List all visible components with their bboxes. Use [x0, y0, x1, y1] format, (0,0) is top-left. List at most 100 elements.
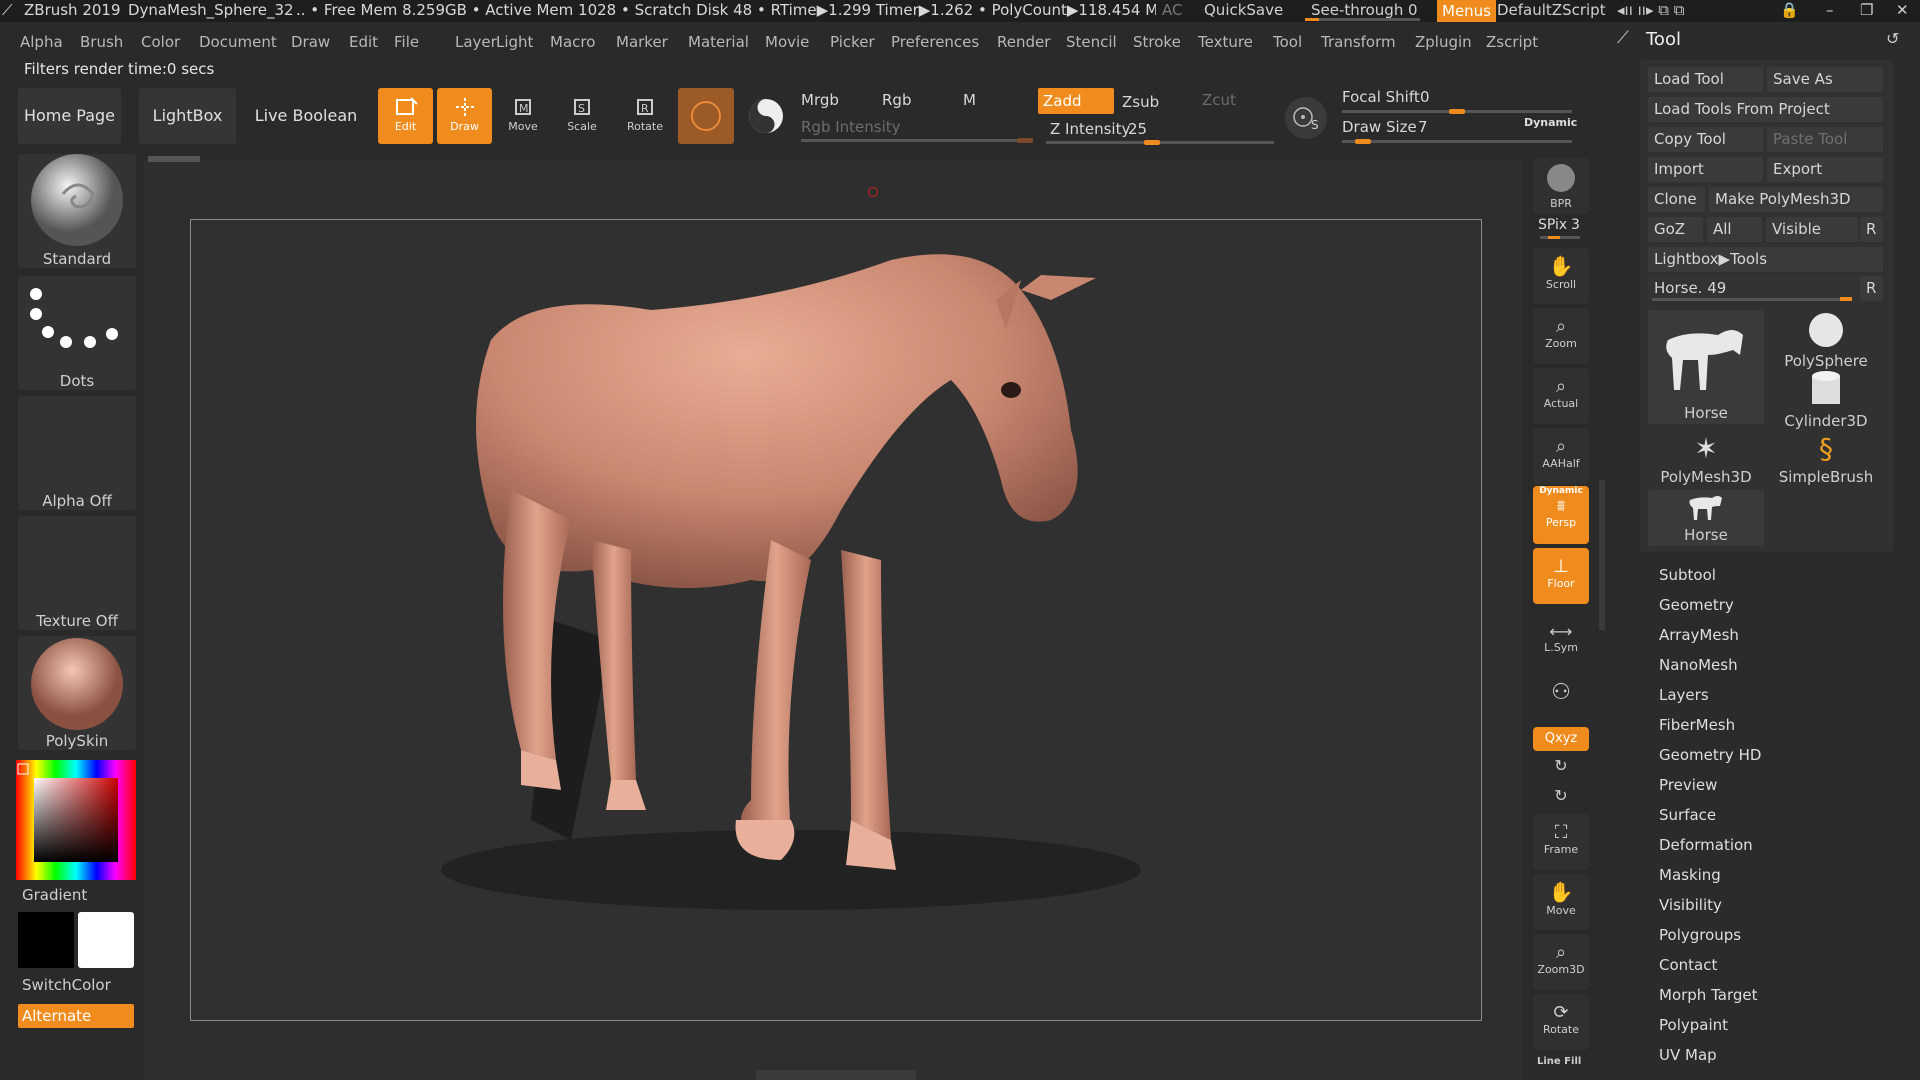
scroll-indicator[interactable] [148, 156, 200, 162]
zcut-button[interactable]: Zcut [1202, 91, 1236, 109]
lightbox-tools-button[interactable]: Lightbox▶Tools [1648, 247, 1883, 272]
move-view-button[interactable]: ✋ Move [1533, 874, 1589, 930]
tool-section-polypaint[interactable]: Polypaint [1659, 1016, 1728, 1034]
maximize-icon[interactable]: ❐ [1860, 0, 1873, 20]
menu-stencil[interactable]: Stencil [1066, 33, 1117, 51]
tool-section-polygroups[interactable]: Polygroups [1659, 926, 1741, 944]
menu-material[interactable]: Material [688, 33, 749, 51]
tool-thumb-simplebrush[interactable]: § SimpleBrush [1768, 430, 1884, 488]
see-through-label[interactable]: See-through [1311, 0, 1403, 20]
import-button[interactable]: Import [1648, 157, 1763, 182]
menu-preferences[interactable]: Preferences [891, 33, 979, 51]
brush-slot[interactable]: Standard [18, 154, 136, 268]
tool-thumb-polymesh3d[interactable]: ✶ PolyMesh3D [1648, 430, 1764, 488]
lightbox-button[interactable]: LightBox [139, 88, 236, 144]
menu-tool[interactable]: Tool [1273, 33, 1302, 51]
mrgb-button[interactable]: Mrgb [801, 91, 839, 109]
menu-edit[interactable]: Edit [349, 33, 378, 51]
menu-picker[interactable]: Picker [830, 33, 875, 51]
menu-transform[interactable]: Transform [1321, 33, 1396, 51]
default-zscript-button[interactable]: DefaultZScript [1497, 0, 1606, 20]
goz-button[interactable]: GoZ [1648, 217, 1703, 242]
color-picker[interactable] [16, 760, 136, 880]
menu-movie[interactable]: Movie [765, 33, 809, 51]
tool-section-subtool[interactable]: Subtool [1659, 566, 1716, 584]
tool-section-nanomesh[interactable]: NanoMesh [1659, 656, 1738, 674]
y-rotate-icon[interactable]: ↻ [1533, 756, 1589, 778]
menu-texture[interactable]: Texture [1198, 33, 1253, 51]
main-color-swatch[interactable] [18, 912, 74, 968]
load-tools-from-project-button[interactable]: Load Tools From Project [1648, 97, 1883, 122]
load-tool-button[interactable]: Load Tool [1648, 67, 1763, 92]
tool-r-button[interactable]: R [1860, 276, 1883, 301]
scroll-button[interactable]: ✋ Scroll [1533, 248, 1589, 304]
home-page-button[interactable]: Home Page [18, 88, 121, 144]
bpr-button[interactable]: BPR [1533, 158, 1589, 214]
line-fill-label[interactable]: Line Fill [1537, 1056, 1581, 1067]
tool-section-arraymesh[interactable]: ArrayMesh [1659, 626, 1739, 644]
tool-pin-icon[interactable]: ⟋ [1617, 28, 1629, 48]
tool-thumb-horse-active[interactable]: Horse [1648, 310, 1764, 424]
material-slot[interactable]: PolySkin [18, 636, 136, 750]
secondary-color-swatch[interactable] [78, 912, 134, 968]
menus-toggle-button[interactable]: Menus [1437, 0, 1496, 22]
menu-brush[interactable]: Brush [80, 33, 123, 51]
current-tool-slider[interactable]: Horse. 49 [1648, 276, 1858, 301]
tool-thumb-horse[interactable]: Horse [1648, 490, 1764, 546]
menu-layer[interactable]: Layer [455, 33, 497, 51]
paste-tool-button[interactable]: Paste Tool [1767, 127, 1883, 152]
copy-tool-button[interactable]: Copy Tool [1648, 127, 1763, 152]
lazymouse-button[interactable]: S [1285, 97, 1327, 139]
color-picker-button[interactable] [742, 88, 790, 144]
tool-section-geometry-hd[interactable]: Geometry HD [1659, 746, 1761, 764]
bottom-shelf-handle[interactable] [756, 1070, 916, 1080]
alternate-button[interactable]: Alternate [18, 1004, 134, 1028]
lsym-button[interactable]: ⟷ L.Sym [1533, 610, 1589, 666]
aahalf-button[interactable]: ⌕ AAHalf [1533, 428, 1589, 484]
tool-section-deformation[interactable]: Deformation [1659, 836, 1753, 854]
menu-draw[interactable]: Draw [291, 33, 330, 51]
menu-stroke[interactable]: Stroke [1133, 33, 1181, 51]
ui-controls-icon[interactable]: ◂ıı ıı▸ ⧉ ⧉ [1617, 0, 1684, 20]
rotate-view-button[interactable]: ⟳ Rotate [1533, 994, 1589, 1050]
tool-thumb-polysphere[interactable]: PolySphere [1768, 310, 1884, 370]
switchcolor-button[interactable]: SwitchColor [22, 976, 111, 994]
spix-slider[interactable] [1540, 236, 1580, 239]
draw-size-slider[interactable] [1342, 139, 1572, 144]
alpha-slot[interactable]: Alpha Off [18, 396, 136, 510]
tool-section-masking[interactable]: Masking [1659, 866, 1721, 884]
texture-slot[interactable]: Texture Off [18, 516, 136, 630]
make-polymesh3d-button[interactable]: Make PolyMesh3D [1709, 187, 1883, 212]
z-intensity-slider[interactable] [1046, 140, 1274, 145]
menu-color[interactable]: Color [141, 33, 180, 51]
quicksave-button[interactable]: QuickSave [1204, 0, 1283, 20]
tool-section-contact[interactable]: Contact [1659, 956, 1717, 974]
goz-visible-button[interactable]: Visible [1766, 217, 1858, 242]
see-through-slider[interactable] [1305, 18, 1420, 21]
tool-section-surface[interactable]: Surface [1659, 806, 1716, 824]
clone-button[interactable]: Clone [1648, 187, 1705, 212]
tool-section-geometry[interactable]: Geometry [1659, 596, 1734, 614]
menu-alpha[interactable]: Alpha [20, 33, 63, 51]
menu-macro[interactable]: Macro [550, 33, 595, 51]
save-as-button[interactable]: Save As [1767, 67, 1883, 92]
document-canvas[interactable] [190, 219, 1482, 1021]
tool-section-layers[interactable]: Layers [1659, 686, 1709, 704]
menu-render[interactable]: Render [997, 33, 1050, 51]
tool-section-preview[interactable]: Preview [1659, 776, 1717, 794]
goz-all-button[interactable]: All [1707, 217, 1762, 242]
m-button[interactable]: M [963, 91, 976, 109]
minimize-icon[interactable]: – [1826, 0, 1834, 20]
gradient-label[interactable]: Gradient [22, 886, 87, 904]
tool-thumb-cylinder3d[interactable]: Cylinder3D [1768, 370, 1884, 430]
scale-mode-button[interactable]: S Scale [556, 88, 608, 144]
tool-section-morph-target[interactable]: Morph Target [1659, 986, 1758, 1004]
rgb-button[interactable]: Rgb [882, 91, 911, 109]
right-edge-scrollbar[interactable] [1599, 480, 1605, 630]
menu-zscript[interactable]: Zscript [1486, 33, 1538, 51]
draw-mode-button[interactable]: Draw [437, 88, 492, 144]
menu-zplugin[interactable]: Zplugin [1415, 33, 1472, 51]
stroke-slot[interactable]: Dots [18, 276, 136, 390]
lock-icon[interactable]: 🔒 [1780, 0, 1799, 20]
xyz-rotate-button[interactable]: Qxyz [1533, 727, 1589, 751]
